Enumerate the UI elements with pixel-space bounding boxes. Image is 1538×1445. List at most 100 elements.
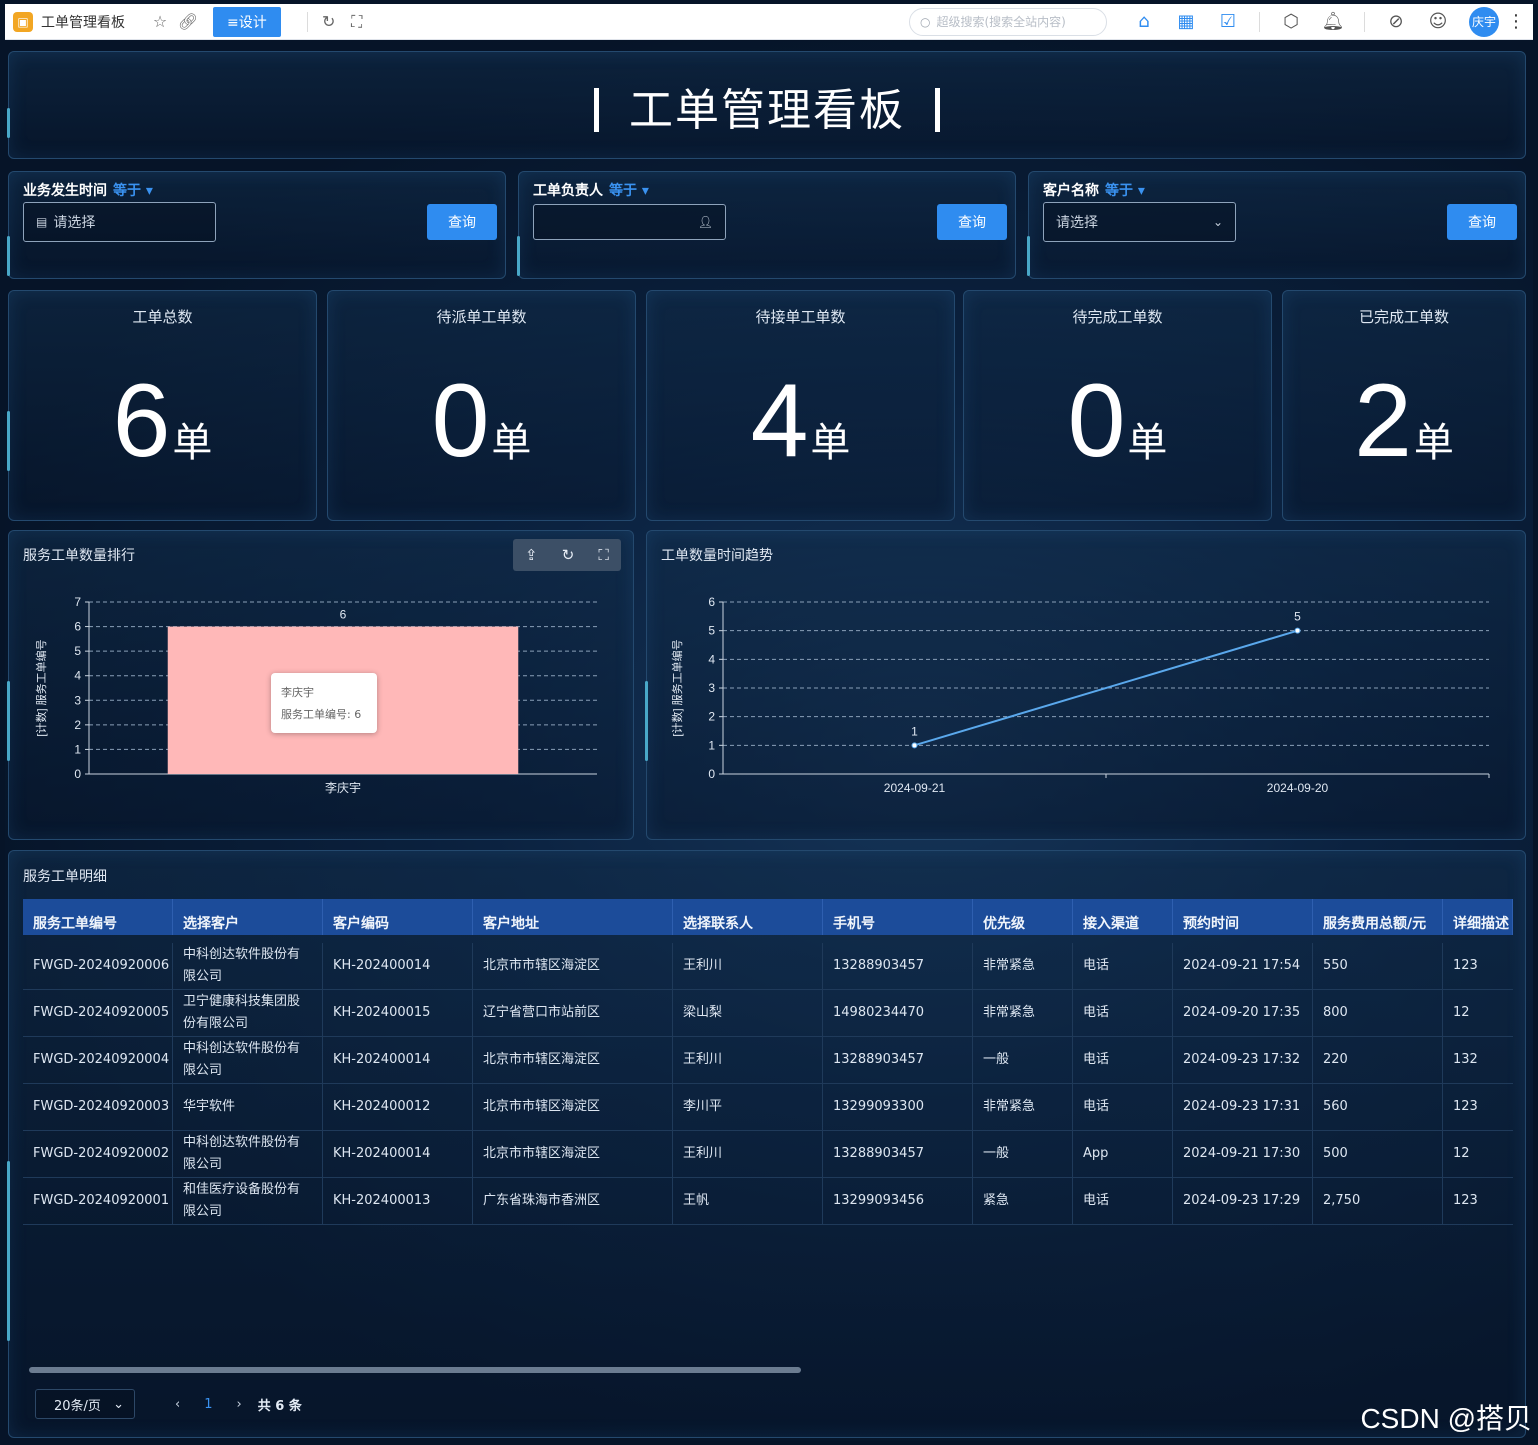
column-header[interactable]: 选择客户 xyxy=(173,899,323,935)
ranking-chart-panel: 服务工单数量排行 ⇪ ↻ ⛶ 0 1 2 3 4 5 6 7 [计数] 服务工单编号 6 李庆宇 李… xyxy=(7,530,634,840)
table-cell: 电话 xyxy=(1073,1178,1173,1224)
trend-chart-panel: 工单数量时间趋势 0 1 2 3 4 5 6 [计数] 服务工单编号 1 2024-09-21 5 2… xyxy=(645,530,1526,840)
stat-label: 工单总数 xyxy=(132,308,193,326)
next-page-icon[interactable]: › xyxy=(236,1397,241,1412)
horizontal-scrollbar[interactable] xyxy=(29,1367,801,1373)
stat-unit: 单 xyxy=(491,420,532,466)
panel-edge xyxy=(1027,236,1030,276)
table-row[interactable]: FWGD-20240920004 中科创达软件股份有限公司 KH-202400014… xyxy=(23,1037,1513,1084)
user-center-icon[interactable]: ☺ xyxy=(1424,8,1452,36)
table-cell: 王利川 xyxy=(673,943,823,989)
y-tick-label: 1 xyxy=(74,742,81,756)
design-button[interactable]: ≡设计 xyxy=(213,6,281,37)
top-app-bar: ▣ 工单管理看板 ☆ 🔗︎ ≡设计 ↻ ⛶ ○ 超级搜索(搜索全站内容) ⌂ ▦… xyxy=(5,4,1533,40)
apps-grid-icon[interactable]: ▦ xyxy=(1172,8,1200,36)
refresh-icon[interactable]: ↻ xyxy=(318,11,340,33)
chart-tooltip: 李庆宇 服务工单编号: 6 xyxy=(271,673,377,733)
divider xyxy=(1259,11,1260,32)
table-row[interactable]: FWGD-20240920006 中科创达软件股份有限公司 KH-202400014… xyxy=(23,943,1513,990)
table-cell: 13288903457 xyxy=(823,1131,973,1177)
column-header[interactable]: 优先级 xyxy=(973,899,1073,935)
column-header[interactable]: 客户编码 xyxy=(323,899,473,935)
table-cell: 12 xyxy=(1453,1146,1470,1161)
table-cell: 紧急 xyxy=(973,1178,1073,1224)
table-cell: 梁山梨 xyxy=(673,990,823,1036)
column-header[interactable]: 预约时间 xyxy=(1173,899,1313,935)
column-header[interactable]: 手机号 xyxy=(823,899,973,935)
table-cell: 辽宁省营口市站前区 xyxy=(473,990,673,1036)
current-page[interactable]: 1 xyxy=(204,1397,212,1412)
stat-card-pending-dispatch: 待派单工单数 0单 xyxy=(327,290,636,521)
title-bar-right xyxy=(935,88,940,132)
app-tab-title[interactable]: 工单管理看板 xyxy=(41,12,125,32)
table-cell: 2024-09-20 17:35 xyxy=(1173,990,1313,1036)
date-picker-input[interactable]: ▤ 请选择 xyxy=(23,202,216,242)
star-icon[interactable]: ☆ xyxy=(149,11,171,33)
table-cell: 220 xyxy=(1313,1037,1443,1083)
table-row[interactable]: FWGD-20240920001 和佳医疗设备股份有限公司 KH-202400013… xyxy=(23,1178,1513,1225)
column-header[interactable]: 服务工单编号 xyxy=(23,899,173,935)
divider xyxy=(1364,11,1365,32)
table-row[interactable]: FWGD-20240920005 卫宁健康科技集团股份有限公司 KH-2024000… xyxy=(23,990,1513,1037)
compass-icon[interactable]: ⊘ xyxy=(1382,8,1410,36)
table-cell: 13299093300 xyxy=(823,1084,973,1130)
table-cell: 非常紧急 xyxy=(973,990,1073,1036)
column-header[interactable]: 选择联系人 xyxy=(673,899,823,935)
table-row[interactable]: FWGD-20240920003 华宇软件 KH-202400012 北京市市辖区海淀… xyxy=(23,1084,1513,1131)
column-header[interactable]: 接入渠道 xyxy=(1073,899,1173,935)
settings-hex-icon[interactable]: ⬡ xyxy=(1277,8,1305,36)
table-cell: 北京市市辖区海淀区 xyxy=(473,943,673,989)
fullscreen-icon[interactable]: ⛶ xyxy=(346,11,368,33)
stat-label: 待派单工单数 xyxy=(436,308,527,326)
y-tick-label: 5 xyxy=(74,644,81,658)
y-tick-label: 7 xyxy=(74,595,81,609)
table-row[interactable]: FWGD-20240920002 中科创达软件股份有限公司 KH-202400014… xyxy=(23,1131,1513,1178)
table-cell: 13299093456 xyxy=(823,1178,973,1224)
stat-value: 0单 xyxy=(328,369,635,473)
prev-page-icon[interactable]: ‹ xyxy=(175,1397,180,1412)
data-label: 5 xyxy=(1294,610,1301,624)
home-icon[interactable]: ⌂ xyxy=(1130,8,1158,36)
operator-dropdown[interactable]: 等于 ▾ xyxy=(113,183,153,199)
table-cell: 13288903457 xyxy=(823,1037,973,1083)
task-check-icon[interactable]: ☑ xyxy=(1214,8,1242,36)
owner-select-input[interactable]: 👤︎ xyxy=(533,204,726,240)
table-header: 服务工单编号 选择客户 客户编码 客户地址 选择联系人 手机号 优先级 接入渠道… xyxy=(23,899,1513,935)
search-placeholder: 超级搜索(搜索全站内容) xyxy=(936,15,1066,29)
stat-value: 6单 xyxy=(9,369,316,473)
data-point xyxy=(911,742,918,749)
page-size-value: 20条/页 xyxy=(54,1398,101,1414)
stat-card-pending-accept: 待接单工单数 4单 xyxy=(646,290,955,521)
calendar-icon: ▤ xyxy=(36,215,48,229)
operator-dropdown[interactable]: 等于 ▾ xyxy=(1105,183,1145,199)
operator-dropdown[interactable]: 等于 ▾ xyxy=(609,183,649,199)
table-cell: 北京市市辖区海淀区 xyxy=(473,1037,673,1083)
more-menu-icon[interactable]: ⋮ xyxy=(1507,11,1525,32)
input-placeholder: 请选择 xyxy=(1056,215,1098,231)
table-cell: KH-202400015 xyxy=(323,990,473,1036)
x-tick-label: 李庆宇 xyxy=(325,780,361,795)
column-header[interactable]: 详细描述 xyxy=(1443,899,1513,935)
table-cell: 中科创达软件股份有限公司 xyxy=(173,943,323,989)
table-cell: 2,750 xyxy=(1313,1178,1443,1224)
stat-unit: 单 xyxy=(1413,420,1454,466)
customer-select-input[interactable]: 请选择 ⌄ xyxy=(1043,202,1236,242)
data-label: 1 xyxy=(911,724,918,738)
input-placeholder: 请选择 xyxy=(53,215,96,231)
global-search-input[interactable]: ○ 超级搜索(搜索全站内容) xyxy=(909,7,1107,36)
x-tick-label: 2024-09-21 xyxy=(884,781,946,795)
query-button[interactable]: 查询 xyxy=(427,204,497,240)
link-icon[interactable]: 🔗︎ xyxy=(177,11,199,33)
table-cell: KH-202400014 xyxy=(323,1131,473,1177)
table-cell: 电话 xyxy=(1073,1037,1173,1083)
page-size-select[interactable]: 20条/页 ⌄ xyxy=(35,1389,135,1419)
stat-number: 6 xyxy=(112,363,171,479)
query-button[interactable]: 查询 xyxy=(1447,204,1517,240)
column-header[interactable]: 服务费用总额/元 xyxy=(1313,899,1443,935)
query-button[interactable]: 查询 xyxy=(937,204,1007,240)
column-header[interactable]: 客户地址 xyxy=(473,899,673,935)
avatar[interactable]: 庆宇 xyxy=(1469,6,1499,37)
y-axis-label: [计数] 服务工单编号 xyxy=(670,639,684,736)
y-tick-label: 3 xyxy=(74,693,81,707)
bell-icon[interactable]: 🔔︎ xyxy=(1319,8,1347,36)
